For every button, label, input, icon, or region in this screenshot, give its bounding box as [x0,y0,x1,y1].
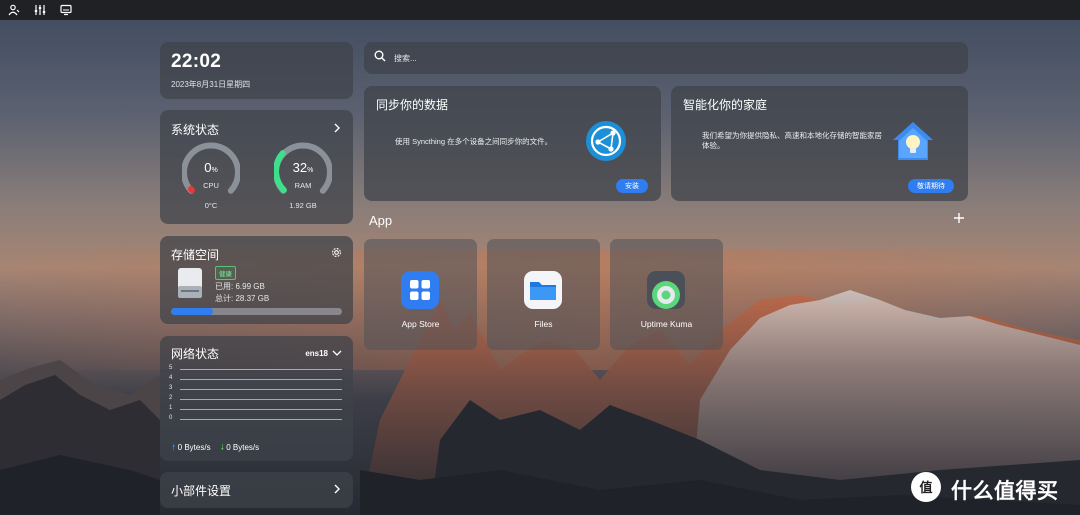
app-label: Uptime Kuma [640,319,693,329]
user-settings-icon[interactable] [6,2,22,18]
widget-settings-label: 小部件设置 [171,483,232,498]
interface-select[interactable]: ens18 [305,349,342,359]
widget-settings-button[interactable]: 小部件设置 [160,472,353,508]
ram-label: RAM [294,181,312,190]
health-badge: 健康 [215,266,236,280]
coming-soon-button[interactable]: 敬请期待 [908,179,954,193]
disk-icon [176,266,204,300]
y-tick-label: 2 [169,395,173,401]
clock-date: 2023年8月31日星期四 [171,80,251,89]
cpu-label: CPU [203,181,219,190]
smart-home-promo-card[interactable]: 智能化你的家庭 我们希望为你提供隐私、高速和本地化存储的智能家居体验。 敬请期待 [671,86,968,201]
y-tick-label: 3 [169,385,173,391]
clock-time: 22:02 [171,51,222,72]
system-status-widget[interactable]: 系统状态 0% CPU 0°C 32% RAM 1.92 GB [160,110,353,224]
grid-line [180,379,342,380]
gear-icon[interactable] [331,245,342,263]
grid-line [180,409,342,410]
interface-name: ens18 [305,349,328,358]
app-section-title: App [369,213,393,228]
watermark-logo-icon: 值 [910,471,942,508]
cpu-temperature: 0°C [204,201,218,210]
y-tick-label: 5 [169,365,173,371]
svg-text:值: 值 [919,480,932,496]
grid-line [180,369,342,370]
storage-total: 总计: 28.37 GB [215,294,270,303]
storage-used: 已用: 6.99 GB [215,282,265,291]
watermark: 值 什么值得买 [910,471,1059,508]
grid-line [180,419,342,420]
add-app-button[interactable] [951,212,967,228]
smart-home-icon [891,120,935,167]
folder-icon [524,271,562,309]
cpu-value: 0% [204,160,218,175]
storage-widget[interactable]: 存储空间 健康 已用: 6.99 GB 总计: 28.37 GB [160,236,353,324]
monitor-icon[interactable] [58,2,74,18]
search-input[interactable] [394,53,934,63]
app-tile-files[interactable]: Files [487,239,600,350]
plus-icon [953,211,965,229]
download-speed: 🠗 0 Bytes/s [220,443,260,452]
chevron-right-icon [332,481,342,499]
y-tick-label: 1 [169,405,173,411]
network-title: 网络状态 [171,347,220,361]
uptime-kuma-icon [647,271,685,309]
arrow-up-icon: 🠕 [172,443,176,452]
sliders-icon[interactable] [32,2,48,18]
storage-progress-fill [171,308,214,315]
grid-line [180,389,342,390]
syncthing-promo-card[interactable]: 同步你的数据 使用 Syncthing 在多个设备之间同步你的文件。 安装 [364,86,661,201]
cpu-gauge: 0% CPU [182,142,240,200]
ram-used: 1.92 GB [289,201,317,210]
y-tick-label: 4 [169,375,173,381]
search-bar[interactable] [364,42,968,74]
upload-speed: 🠕 0 Bytes/s [172,443,211,452]
install-button[interactable]: 安装 [616,179,648,193]
app-label: App Store [401,319,440,329]
app-store-icon [401,271,439,309]
storage-title: 存储空间 [171,247,220,262]
clock-widget: 22:02 2023年8月31日星期四 [160,42,353,99]
ram-value: 32% [292,160,314,175]
syncthing-logo-icon [585,120,627,167]
arrow-down-icon: 🠗 [220,443,225,452]
app-tile-uptime-kuma[interactable]: Uptime Kuma [610,239,723,350]
app-label: Files [534,319,553,329]
promo-description: 使用 Syncthing 在多个设备之间同步你的文件。 [395,137,553,146]
system-status-title: 系统状态 [171,122,220,137]
y-tick-label: 0 [169,415,173,421]
promo-title: 同步你的数据 [376,98,449,112]
top-bar [0,0,1080,20]
watermark-text: 什么值得买 [951,479,1059,503]
app-tile-app-store[interactable]: App Store [364,239,477,350]
ram-gauge: 32% RAM [274,142,332,200]
promo-description: 我们希望为你提供隐私、高速和本地化存储的智能家居体验。 [702,131,882,150]
chevron-down-icon [332,349,342,359]
storage-progress-bar [171,308,342,315]
search-icon [374,49,386,67]
grid-line [180,399,342,400]
network-status-widget[interactable]: 网络状态 ens18 5 4 3 2 1 0 🠕 0 Bytes/s 🠗 0 Bytes/… [160,336,353,461]
promo-title: 智能化你的家庭 [683,98,768,112]
network-speeds: 🠕 0 Bytes/s 🠗 0 Bytes/s [172,442,259,456]
chevron-right-icon[interactable] [332,120,342,138]
